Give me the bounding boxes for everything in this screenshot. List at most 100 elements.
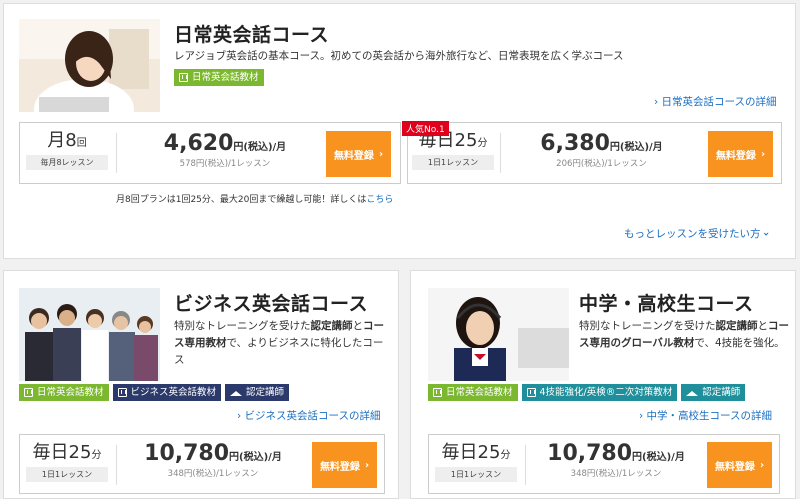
price-unit: 円(税込)/月 [609,142,663,153]
note-link[interactable]: こちら [366,195,393,205]
plan-frequency: 月8回 毎月8レッスン [26,126,108,170]
business-course-detail-link[interactable]: › ビジネス英会話コースの詳細 [237,408,381,423]
desc-bold: 認定講師 [715,320,758,332]
plan-business-daily-25: 毎日25分 1日1レッスン 10,780円(税込)/月 348円(税込)/1レッ… [19,434,385,494]
plan-note: 月8回プランは1回25分、最大20回まで繰越し可能！詳しくはこちら [116,192,393,205]
junior-course-photo [428,288,569,381]
junior-course-card: 中学・高校生コース 特別なトレーニングを受けた認定講師とコース専用のグローバル教… [410,270,796,499]
junior-course-title: 中学・高校生コース [579,293,754,315]
tag-four-skills-material: 4技能強化/英検®二次対策教材 [521,384,678,401]
plan-price: 4,620円(税込)/月 578円(税込)/1レッスン [160,131,290,169]
freq-unit: 分 [477,138,488,149]
freq-number: 8 [65,130,77,151]
plan-frequency: 毎日25分 1日1レッスン [435,438,517,482]
button-label: 無料登録 [319,461,360,473]
price-unit: 円(税込)/月 [632,452,685,463]
plan-price: 10,780円(税込)/月 348円(税込)/1レッスン [138,441,288,479]
tag-daily-material: 日常英会話教材 [174,69,264,86]
plan-daily-25: 毎日25分 1日1レッスン 6,380円(税込)/月 206円(税込)/1レッス… [407,122,782,184]
freq-number: 25 [477,442,501,463]
button-label: 無料登録 [715,150,756,162]
price-value: 10,780 [144,441,230,466]
freq-unit: 分 [500,450,511,461]
business-course-title: ビジネス英会話コース [174,293,369,315]
chevron-down-icon: › [760,231,773,237]
freq-number: 25 [454,130,478,151]
business-course-tags: 日常英会話教材 ビジネス英会話教材 認定講師 [19,384,290,401]
price-per-lesson: 206円(税込)/1レッスン [556,159,647,169]
price-value: 10,780 [547,441,633,466]
desc-text: と [352,320,364,332]
graduation-cap-icon [230,387,243,396]
register-button[interactable]: 無料登録 › [707,442,772,488]
book-icon [433,388,442,397]
button-label: 無料登録 [333,150,374,162]
daily-course-detail-link[interactable]: › 日常英会話コースの詳細 [654,94,777,109]
desc-text: で、4技能を強化。 [694,337,785,349]
chevron-right-icon: › [760,148,766,160]
divider [116,133,117,173]
divider [500,133,501,173]
business-course-description: 特別なトレーニングを受けた認定講師とコース専用教材で、よりビジネスに特化したコー… [174,318,389,369]
plan-monthly-8: 月8回 毎月8レッスン 4,620円(税込)/月 578円(税込)/1レッスン … [19,122,401,184]
freq-subtitle: 1日1レッスン [26,467,108,482]
freq-prefix: 月 [47,130,66,151]
tag-daily-material: 日常英会話教材 [428,384,518,401]
tag-label: 認定講師 [702,387,741,398]
freq-prefix: 毎日 [441,442,478,463]
button-label: 無料登録 [714,461,755,473]
tag-label: 日常英会話教材 [446,387,513,398]
book-icon [24,388,33,397]
price-unit: 円(税込)/月 [229,452,282,463]
freq-subtitle: 毎月8レッスン [26,155,108,170]
tag-label: 日常英会話教材 [37,387,104,398]
daily-course-card: 日常英会話コース レアジョブ英会話の基本コース。初めての英会話から海外旅行など、… [3,3,796,259]
plan-frequency: 毎日25分 1日1レッスン [26,438,108,482]
register-button[interactable]: 無料登録 › [708,131,773,177]
daily-course-tags: 日常英会話教材 [174,69,264,86]
divider [525,445,526,485]
graduation-cap-icon [686,387,699,396]
freq-unit: 回 [76,138,87,149]
more-lessons-label: もっとレッスンを受けたい方 [624,228,761,240]
desc-text: 特別なトレーニングを受けた [579,320,716,332]
daily-course-description: レアジョブ英会話の基本コース。初めての英会話から海外旅行など、日常表現を広く学ぶ… [174,50,624,62]
freq-subtitle: 1日1レッスン [435,467,517,482]
chevron-right-icon: › [378,148,384,160]
popular-badge: 人気No.1 [402,121,449,136]
price-value: 6,380 [540,131,610,156]
plan-price: 10,780円(税込)/月 348円(税込)/1レッスン [541,441,691,479]
register-button[interactable]: 無料登録 › [326,131,391,177]
freq-number: 25 [68,442,92,463]
freq-subtitle: 1日1レッスン [412,155,494,170]
daily-course-title: 日常英会話コース [174,24,330,46]
book-icon [526,388,536,397]
price-per-lesson: 348円(税込)/1レッスン [167,469,259,479]
tag-label: 認定講師 [246,387,285,398]
book-icon [179,73,188,82]
desc-text: 特別なトレーニングを受けた [174,320,311,332]
chevron-right-icon: › [759,459,765,471]
junior-course-tags: 日常英会話教材 4技能強化/英検®二次対策教材 認定講師 [428,384,746,401]
more-lessons-link[interactable]: もっとレッスンを受けたい方 › [624,226,772,241]
junior-course-description: 特別なトレーニングを受けた認定講師とコース専用のグローバル教材で、4技能を強化。 [579,318,789,352]
tag-certified-tutor: 認定講師 [681,384,746,401]
price-per-lesson: 348円(税込)/1レッスン [570,469,662,479]
tag-daily-material: 日常英会話教材 [19,384,109,401]
tag-business-material: ビジネス英会話教材 [112,384,222,401]
junior-course-detail-link[interactable]: › 中学・高校生コースの詳細 [639,408,772,423]
price-value: 4,620 [163,131,234,156]
tag-label: ビジネス英会話教材 [130,387,217,398]
price-per-lesson: 578円(税込)/1レッスン [179,159,271,169]
tag-label: 4技能強化/英検®二次対策教材 [539,387,673,398]
desc-text: と [757,320,769,332]
daily-course-photo [19,19,160,112]
freq-unit: 分 [91,450,102,461]
business-course-photo [19,288,160,381]
register-button[interactable]: 無料登録 › [312,442,377,488]
book-icon [117,388,127,397]
business-course-card: ビジネス英会話コース 特別なトレーニングを受けた認定講師とコース専用教材で、より… [3,270,399,499]
tag-label: 日常英会話教材 [192,72,259,83]
tag-certified-tutor: 認定講師 [225,384,290,401]
price-unit: 円(税込)/月 [233,142,287,153]
